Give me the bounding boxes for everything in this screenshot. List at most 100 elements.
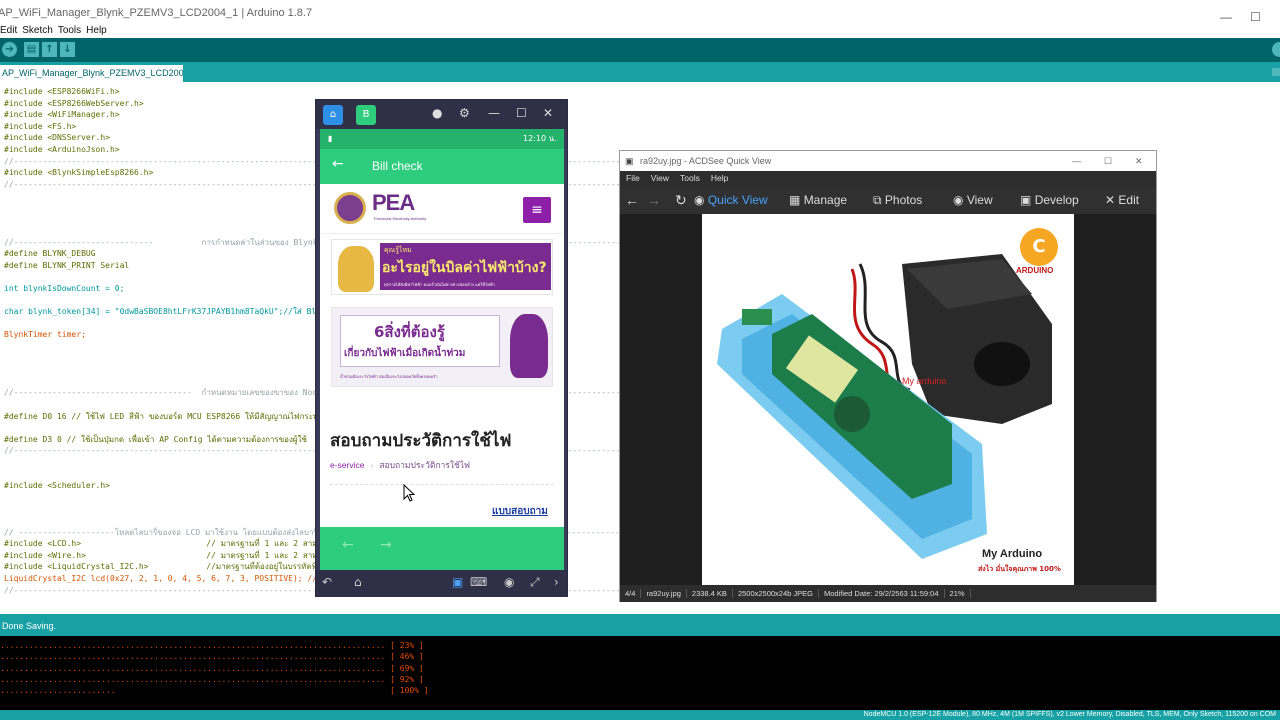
console-line: ........................................… bbox=[0, 663, 424, 673]
modified-date: Modified Date: 29/2/2563 11:59:04 bbox=[819, 589, 945, 598]
console-line: ........................ [ 100% ] bbox=[0, 686, 429, 696]
view-button[interactable]: ◉ View bbox=[953, 186, 993, 214]
divider bbox=[330, 484, 554, 485]
breadcrumb-separator: › bbox=[370, 460, 374, 470]
breadcrumb-current: สอบถามประวัติการใช้ไฟ bbox=[379, 460, 471, 470]
image-viewer[interactable]: C ARDUINO My arduino My Arduino ส่งไว มั… bbox=[620, 214, 1156, 585]
close-icon[interactable]: ✕ bbox=[543, 106, 553, 120]
status-bar: Done Saving. bbox=[0, 614, 1280, 636]
code-line: #include <DNSServer.h> bbox=[4, 133, 110, 143]
minimize-icon[interactable]: — bbox=[488, 106, 500, 120]
sketch-tab[interactable]: AP_WiFi_Manager_Blynk_PZEMV3_LCD2004_1 bbox=[0, 65, 183, 82]
pea-name: PEA bbox=[372, 190, 415, 215]
banner-flood-safety[interactable]: 6สิ่งที่ต้องรู้ เกี่ยวกับไฟฟ้าเมื่อเกิดน… bbox=[331, 307, 553, 387]
settings-icon[interactable]: ⚙ bbox=[459, 106, 470, 120]
maximize-icon[interactable]: ☐ bbox=[1104, 151, 1112, 171]
pea-logo bbox=[334, 192, 366, 224]
next-arrow-icon[interactable]: → bbox=[647, 186, 661, 214]
app-title: Bill check bbox=[372, 159, 423, 173]
mascot-girl-icon bbox=[510, 314, 548, 378]
pea-subtitle: Provincial Electricity Authority bbox=[374, 216, 427, 221]
menu-help[interactable]: Help bbox=[711, 173, 728, 183]
logo-text: ARDUINO bbox=[1016, 266, 1054, 275]
banner1-small-text: คุณรู้ไหม bbox=[384, 246, 412, 254]
minimize-icon[interactable]: — bbox=[1072, 151, 1081, 171]
develop-label: Develop bbox=[1034, 193, 1079, 207]
save-icon[interactable]: ↓ bbox=[60, 42, 75, 57]
menu-view[interactable]: View bbox=[651, 173, 669, 183]
menu-file[interactable]: File bbox=[626, 173, 640, 183]
file-name: ra92uy.jpg bbox=[641, 589, 687, 598]
board-info: NodeMCU 1.0 (ESP-12E Module), 80 MHz, 4M… bbox=[0, 710, 1280, 720]
keyboard-icon[interactable]: ⌨ bbox=[470, 575, 487, 589]
close-icon[interactable]: ✕ bbox=[1135, 151, 1143, 171]
fullscreen-icon[interactable]: ⤢ bbox=[530, 575, 540, 590]
arduino-tab-bar: AP_WiFi_Manager_Blynk_PZEMV3_LCD2004_1 bbox=[0, 62, 1280, 82]
edit-tools-icon: ✕ bbox=[1105, 193, 1116, 207]
menu-help[interactable]: Help bbox=[86, 25, 107, 36]
acdsee-toolbar: ← → ↻ ◉ Quick View ▦ Manage ⧉ Photos ◉ V… bbox=[620, 186, 1156, 214]
manage-label: Manage bbox=[803, 193, 848, 207]
zoom-level: 21% bbox=[944, 589, 971, 598]
android-home-icon[interactable]: ⌂ bbox=[354, 575, 362, 589]
manage-button[interactable]: ▦ Manage bbox=[789, 186, 847, 214]
pea-header: PEA Provincial Electricity Authority ≡ bbox=[320, 184, 564, 234]
nav-forward-icon[interactable]: → bbox=[380, 537, 392, 553]
develop-button[interactable]: ▣ Develop bbox=[1020, 186, 1079, 214]
arduino-toolbar: ➔ ▤ ↑ ↓ bbox=[0, 38, 1280, 62]
view-label: View bbox=[966, 193, 993, 207]
phone-screen: ▮ 12:10 น. ← Bill check PEA Provincial E… bbox=[320, 129, 564, 570]
quick-view-button[interactable]: ◉ Quick View bbox=[694, 186, 768, 214]
back-arrow-icon[interactable]: ← bbox=[332, 156, 344, 172]
serial-monitor-icon[interactable] bbox=[1272, 42, 1280, 57]
menu-sketch[interactable]: Sketch bbox=[22, 25, 53, 36]
banner2-subheadline: เกี่ยวกับไฟฟ้าเมื่อเกิดน้ำท่วม bbox=[344, 348, 466, 359]
maximize-icon[interactable]: ☐ bbox=[516, 106, 527, 120]
tab-menu-icon[interactable] bbox=[1272, 68, 1280, 76]
console-output: ........................................… bbox=[0, 636, 1280, 710]
image-dimensions: 2500x2500x24b JPEG bbox=[732, 589, 819, 598]
brand-text: My Arduino bbox=[982, 548, 1043, 560]
banner2-caption: น้ำท่วมต้องระวังไฟฟ้า ต่อเนื่องระวังปลอด… bbox=[340, 374, 438, 379]
location-icon[interactable]: ◉ bbox=[504, 575, 514, 589]
app-tab-b[interactable]: B bbox=[356, 105, 376, 125]
home-tab-icon[interactable]: ⌂ bbox=[323, 105, 343, 125]
acdsee-app-icon: ▣ bbox=[625, 156, 634, 166]
survey-link[interactable]: แบบสอบถาม bbox=[492, 504, 548, 519]
screen-icon[interactable]: ▣ bbox=[452, 575, 463, 589]
brand-slogan: ส่งไว มั่นใจคุณภาพ 100% bbox=[978, 565, 1061, 573]
upload-icon[interactable]: ➔ bbox=[2, 42, 17, 57]
sim-icon: ▮ bbox=[328, 134, 333, 143]
banner-bill-info[interactable]: คุณรู้ไหม อะไรอยู่ในบิลค่าไฟฟ้าบ้าง? ทุก… bbox=[331, 239, 553, 295]
code-line: #include <FS.h> bbox=[4, 121, 77, 131]
photos-button[interactable]: ⧉ Photos bbox=[873, 186, 922, 214]
android-status-bar: ▮ 12:10 น. bbox=[320, 129, 564, 149]
acdsee-titlebar: ▣ ra92uy.jpg - ACDSee Quick View — ☐ ✕ bbox=[620, 151, 1156, 171]
menu-tools[interactable]: Tools bbox=[58, 25, 81, 36]
menu-tools[interactable]: Tools bbox=[680, 173, 700, 183]
code-line: #include <ESP8266WiFi.h> bbox=[4, 87, 120, 96]
mouse-cursor-icon bbox=[403, 484, 415, 502]
new-file-icon[interactable]: ▤ bbox=[24, 42, 39, 57]
emulator-window: ⌂ B ● ⚙ — ☐ ✕ ▮ 12:10 น. ← Bill check PE… bbox=[315, 99, 568, 597]
nav-back-icon[interactable]: ← bbox=[342, 537, 354, 553]
product-photo: C ARDUINO My arduino My Arduino ส่งไว มั… bbox=[702, 214, 1074, 585]
android-back-icon[interactable]: ↶ bbox=[322, 575, 332, 589]
expand-icon[interactable]: › bbox=[554, 575, 559, 589]
open-icon[interactable]: ↑ bbox=[42, 42, 57, 57]
develop-icon: ▣ bbox=[1020, 193, 1032, 207]
prev-arrow-icon[interactable]: ← bbox=[625, 186, 639, 214]
menu-edit[interactable]: Edit bbox=[0, 25, 17, 36]
rotate-icon[interactable]: ↻ bbox=[675, 186, 687, 214]
acdsee-menu-bar: File View Tools Help bbox=[620, 171, 1156, 186]
hamburger-menu-icon[interactable]: ≡ bbox=[523, 197, 551, 223]
arduino-window-title: AP_WiFi_Manager_Blynk_PZEMV3_LCD2004_1 |… bbox=[0, 7, 313, 19]
edit-button[interactable]: ✕ Edit bbox=[1105, 186, 1139, 214]
web-nav-bar: ← → bbox=[320, 527, 564, 570]
breadcrumb-home[interactable]: e-service bbox=[330, 460, 364, 470]
banner1-caption: ทุกรายได้ยังมีค่าไฟฟ้า คนกล้ามันไผ่ทางช่… bbox=[384, 282, 495, 287]
account-icon[interactable]: ● bbox=[432, 106, 442, 120]
acdsee-window: ▣ ra92uy.jpg - ACDSee Quick View — ☐ ✕ F… bbox=[619, 150, 1157, 602]
grid-icon: ▦ bbox=[789, 193, 801, 207]
clock: 12:10 น. bbox=[523, 134, 557, 143]
